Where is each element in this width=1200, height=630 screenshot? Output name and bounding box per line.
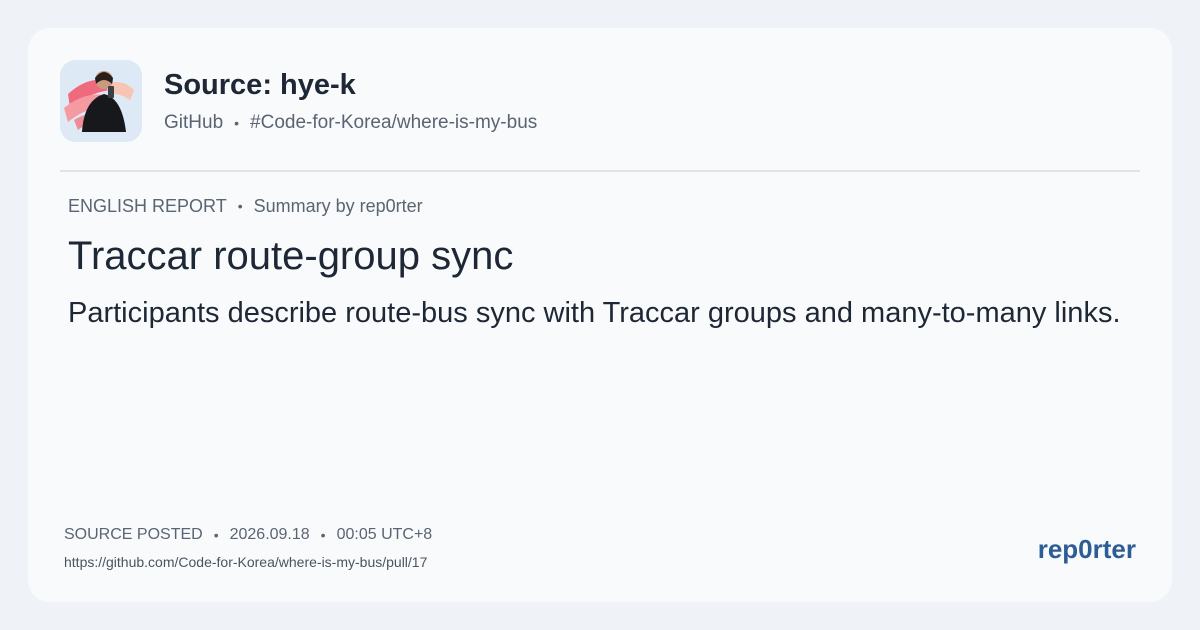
source-title: Source: hye-k <box>164 69 356 101</box>
report-label: ENGLISH REPORT <box>68 196 227 216</box>
report-headline: Traccar route-group sync <box>68 234 514 278</box>
separator-dot: • <box>234 115 240 131</box>
separator-dot: • <box>237 198 243 214</box>
posted-meta: SOURCE POSTED • 2026.09.18 • 00:05 UTC+8 <box>64 524 432 546</box>
source-header: Source: hye-k GitHub • #Code-for-Korea/w… <box>60 60 537 142</box>
source-repo: #Code-for-Korea/where-is-my-bus <box>250 112 538 133</box>
preview-card: Source: hye-k GitHub • #Code-for-Korea/w… <box>28 28 1172 602</box>
separator-dot: • <box>213 527 219 543</box>
report-meta: ENGLISH REPORT • Summary by rep0rter <box>68 194 423 218</box>
posted-time: 00:05 UTC+8 <box>336 526 433 543</box>
posted-date: 2026.09.18 <box>229 526 310 543</box>
source-meta: GitHub • #Code-for-Korea/where-is-my-bus <box>164 111 537 135</box>
source-platform: GitHub <box>164 112 224 133</box>
header-divider <box>60 170 1140 172</box>
source-url-link[interactable]: https://github.com/Code-for-Korea/where-… <box>64 553 427 571</box>
brand-logo: rep0rter <box>1037 534 1136 564</box>
report-summary: Participants describe route-bus sync wit… <box>68 297 1121 329</box>
summary-by: Summary by rep0rter <box>253 196 423 216</box>
avatar <box>60 60 142 142</box>
avatar-photo-icon <box>60 60 142 142</box>
posted-label: SOURCE POSTED <box>64 526 203 543</box>
source-info: Source: hye-k GitHub • #Code-for-Korea/w… <box>164 67 537 135</box>
separator-dot: • <box>320 527 326 543</box>
